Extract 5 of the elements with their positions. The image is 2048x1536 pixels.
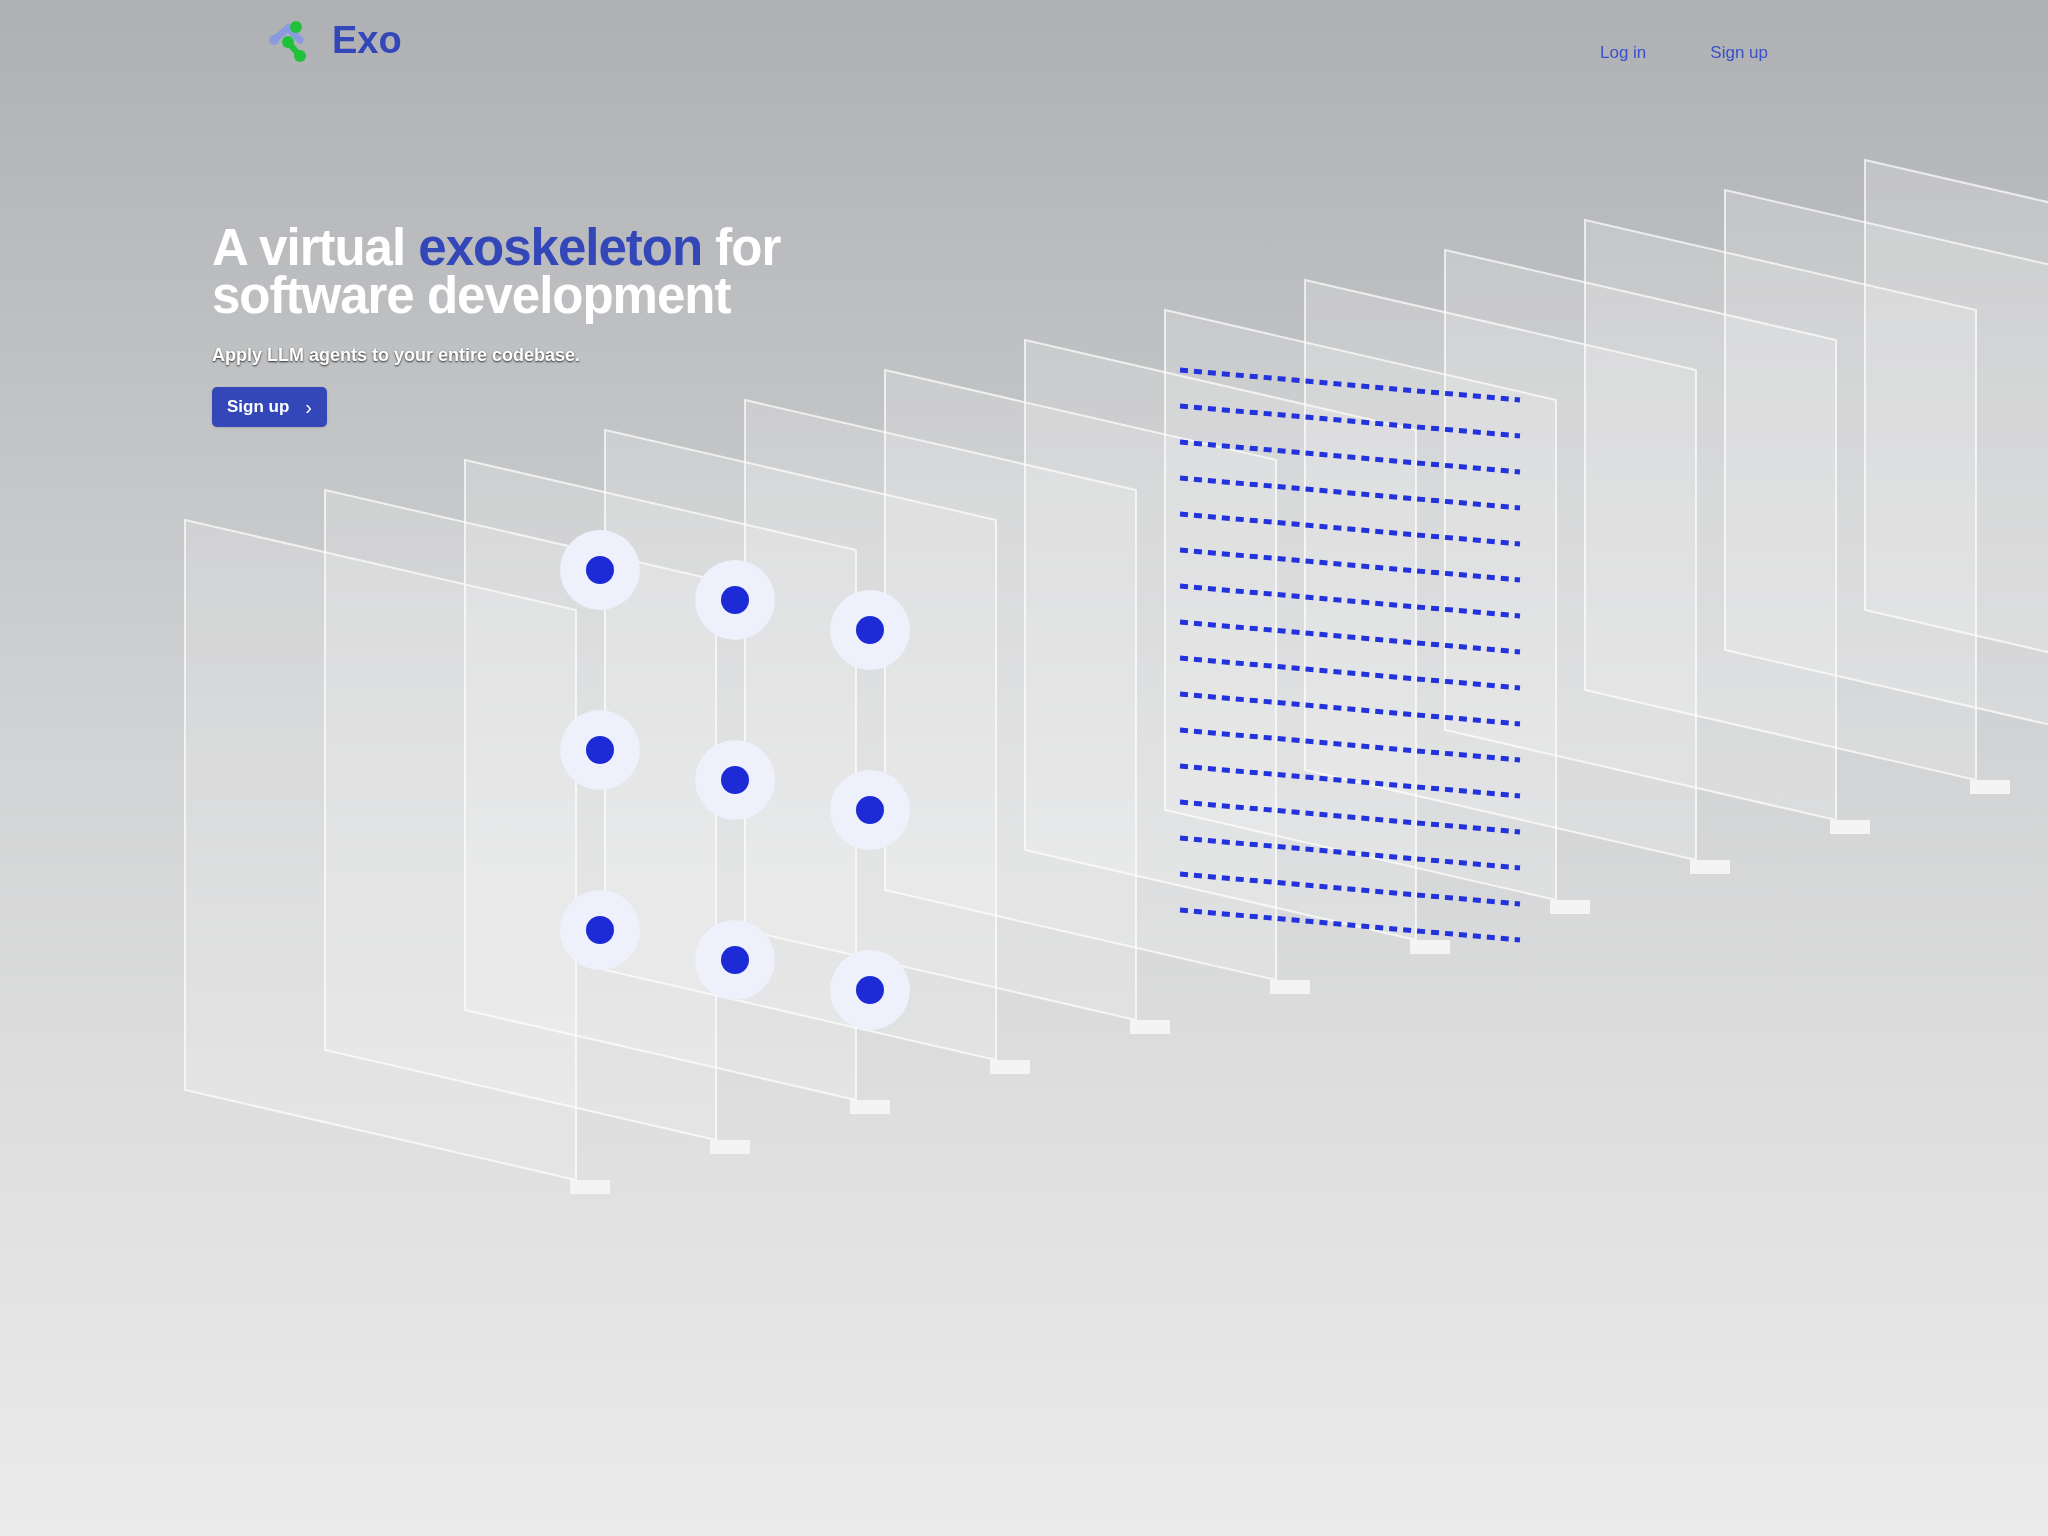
nav-link[interactable]: Log in — [1600, 40, 1647, 66]
logo-text: Exo — [332, 18, 402, 63]
nav-link[interactable]: Sign up — [1710, 40, 1768, 66]
sign-up-button[interactable]: Sign up › — [212, 387, 327, 427]
subtitle: Apply LLM agents to your entire codebase. — [212, 344, 581, 367]
